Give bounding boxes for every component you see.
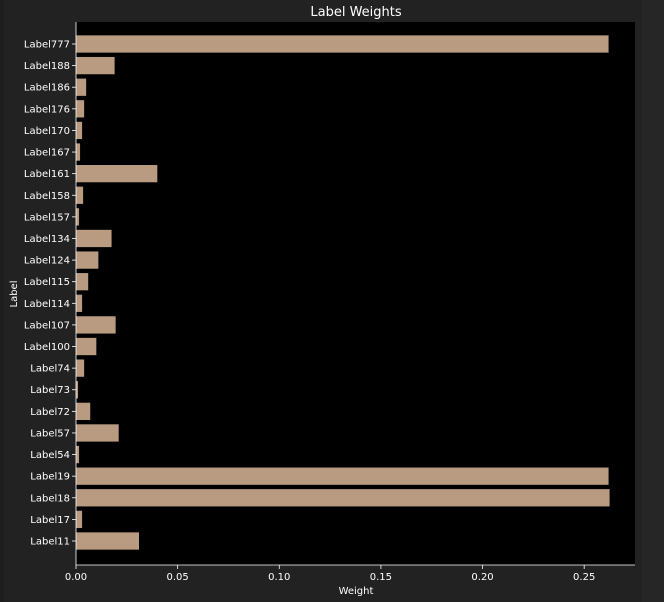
bar-label157 — [76, 208, 80, 226]
y-tick-label: Label158 — [24, 191, 70, 202]
y-tick-label: Label100 — [24, 342, 70, 353]
y-tick-label: Label17 — [30, 515, 70, 526]
bar-label124 — [76, 251, 99, 269]
y-axis-label: Label — [9, 281, 20, 308]
y-tick-label: Label157 — [24, 212, 70, 223]
y-tick-label: Label57 — [30, 428, 70, 439]
y-tick-label: Label167 — [24, 148, 70, 159]
bar-label188 — [76, 56, 115, 75]
x-tick-label: 0.20 — [471, 572, 493, 583]
y-tick-label: Label18 — [30, 493, 70, 504]
bar-label57 — [76, 424, 119, 442]
y-tick-label: Label176 — [24, 104, 70, 115]
y-tick-label: Label777 — [24, 40, 70, 51]
y-tick-label: Label54 — [30, 450, 70, 461]
bar-label158 — [76, 186, 84, 204]
y-tick-label: Label170 — [24, 126, 70, 137]
y-tick-label: Label19 — [30, 472, 70, 483]
bar-label161 — [76, 165, 158, 183]
bar-label107 — [76, 316, 116, 334]
bar-label115 — [76, 273, 89, 291]
y-tick-labels: Label777 Label188 Label186 Label176 Label170… — [24, 40, 76, 548]
y-tick-label: Label186 — [24, 83, 70, 94]
y-tick-label: Label11 — [30, 537, 70, 548]
bar-label19 — [76, 467, 609, 485]
bar-label54 — [76, 445, 80, 464]
bar-label170 — [76, 121, 83, 140]
figure-window: Label Weights Label777 Label188 Label186 La… — [0, 0, 664, 602]
y-tick-label: Label73 — [30, 385, 70, 396]
y-tick-label: Label161 — [24, 169, 70, 180]
bar-label74 — [76, 359, 85, 377]
y-tick-label: Label134 — [24, 234, 70, 245]
bar-label777 — [76, 35, 609, 53]
y-tick-label: Label188 — [24, 61, 70, 72]
bar-label186 — [76, 78, 87, 96]
bar-label176 — [76, 100, 85, 118]
y-tick-label: Label115 — [24, 277, 70, 288]
bar-label18 — [76, 489, 610, 507]
bar-label100 — [76, 337, 97, 356]
x-ticks: 0.00 0.05 0.10 0.15 0.20 0.25 — [65, 565, 595, 583]
bar-chart: Label Weights Label777Label188Label186La… — [9, 5, 635, 597]
y-tick-label: Label124 — [24, 256, 70, 267]
bar-label72 — [76, 402, 91, 420]
y-tick-label: Label114 — [24, 299, 70, 310]
bar-label114 — [76, 294, 83, 312]
x-tick-label: 0.15 — [370, 572, 392, 583]
x-axis-label: Weight — [339, 586, 374, 597]
bar-label11 — [76, 532, 140, 550]
y-tick-label: Label72 — [30, 407, 70, 418]
y-tick-label: Label74 — [30, 364, 70, 375]
x-tick-label: 0.00 — [65, 572, 87, 583]
bar-label167 — [76, 143, 81, 161]
x-tick-label: 0.25 — [573, 572, 595, 583]
bar-label134 — [76, 229, 112, 248]
bar-label17 — [76, 510, 83, 529]
chart-title: Label Weights — [310, 5, 401, 20]
y-tick-label: Label107 — [24, 320, 70, 331]
x-tick-label: 0.05 — [167, 572, 189, 583]
x-tick-label: 0.10 — [268, 572, 290, 583]
